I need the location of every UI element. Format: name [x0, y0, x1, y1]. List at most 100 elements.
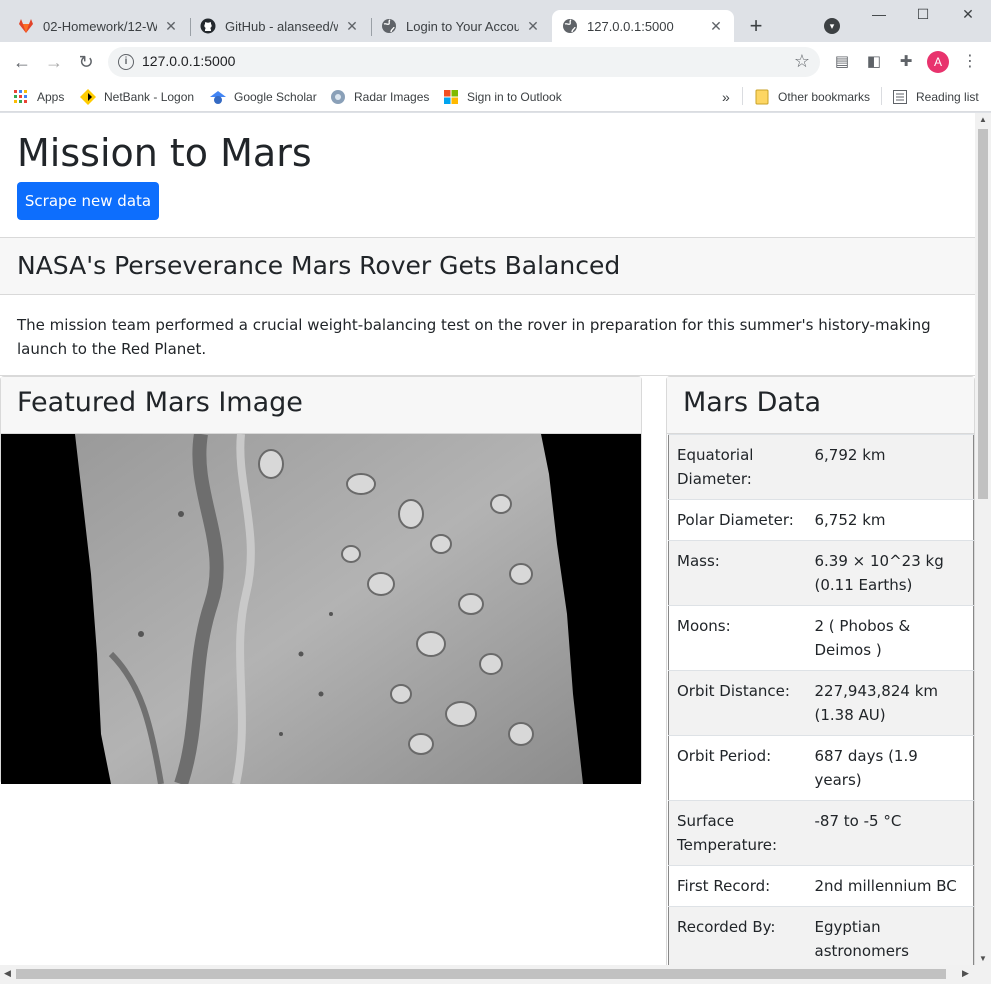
featured-image-heading: Featured Mars Image [17, 387, 303, 418]
reading-list-icon [892, 89, 908, 105]
news-title: NASA's Perseverance Mars Rover Gets Bala… [17, 251, 621, 280]
tab-title: GitHub - alanseed/web [225, 18, 338, 34]
fact-value: 687 days (1.9 years) [806, 735, 974, 801]
maximize-icon[interactable]: ☐ [908, 6, 938, 26]
bookmark-outlook[interactable]: Sign in to Outlook [443, 86, 562, 108]
fact-label: Recorded By: [668, 906, 807, 965]
fact-value: 6.39 × 10^23 kg (0.11 Earths) [806, 540, 974, 606]
table-row: Orbit Distance: 227,943,824 km (1.38 AU) [668, 670, 974, 736]
bookmark-label: Radar Images [354, 90, 430, 104]
fact-value: 6,792 km [806, 434, 974, 500]
mars-data-heading: Mars Data [683, 387, 822, 418]
bookmark-google-scholar[interactable]: Google Scholar [210, 86, 317, 108]
window-close-icon[interactable]: ✕ [953, 6, 983, 26]
table-row: First Record: 2nd millennium BC [668, 865, 974, 907]
fact-value: 2 ( Phobos & Deimos ) [806, 605, 974, 671]
page-title: Mission to Mars [17, 131, 312, 175]
more-bookmarks-chevron-icon[interactable]: » [722, 86, 730, 108]
scrape-button[interactable]: Scrape new data [17, 182, 159, 220]
bookmark-label: Other bookmarks [778, 90, 871, 104]
bookmark-divider [742, 87, 743, 105]
fact-label: Surface Temperature: [668, 800, 807, 866]
featured-image-header: Featured Mars Image [1, 377, 641, 434]
tab-github[interactable]: GitHub - alanseed/web ✕ [190, 10, 370, 42]
page-viewport: Mission to Mars Scrape new data NASA's P… [0, 113, 975, 965]
fact-label: Moons: [668, 605, 807, 671]
featured-image-card: Featured Mars Image [0, 376, 642, 787]
fact-label: Orbit Distance: [668, 670, 807, 736]
back-arrow-icon[interactable]: ← [10, 50, 34, 74]
table-row: Orbit Period: 687 days (1.9 years) [668, 735, 974, 801]
mars-facts-table: Equatorial Diameter: 6,792 km Polar Diame… [668, 434, 974, 965]
apps-grid-icon [13, 89, 29, 105]
other-bookmarks[interactable]: Other bookmarks [754, 86, 870, 108]
radar-icon [330, 89, 346, 105]
fact-label: Mass: [668, 540, 807, 606]
close-tab-icon[interactable]: ✕ [163, 18, 179, 35]
bookmark-radar-images[interactable]: Radar Images [330, 86, 429, 108]
reload-icon[interactable]: ↻ [74, 50, 98, 74]
featured-mars-image[interactable] [1, 432, 641, 787]
mars-data-header: Mars Data [667, 377, 974, 434]
table-row: Surface Temperature: -87 to -5 °C [668, 800, 974, 866]
scroll-down-arrow-icon[interactable]: ▼ [979, 954, 987, 963]
table-row: Recorded By: Egyptian astronomers [668, 906, 974, 965]
tab-title: Login to Your Account [406, 18, 519, 34]
tab-search-chevron-icon[interactable]: ▾ [824, 18, 840, 34]
extensions-puzzle-icon[interactable]: ✚ [896, 52, 916, 72]
minimize-icon[interactable]: — [864, 6, 894, 26]
scholar-icon [210, 89, 226, 105]
side-panel-icon[interactable]: ◧ [864, 52, 884, 72]
microsoft-icon [443, 89, 459, 105]
tab-title: 02-Homework/12-Web [43, 18, 157, 34]
close-tab-icon[interactable]: ✕ [344, 18, 360, 35]
tab-title: 127.0.0.1:5000 [587, 18, 674, 34]
profile-avatar[interactable]: A [927, 51, 949, 73]
jumbotron: Mission to Mars Scrape new data [0, 113, 975, 237]
bookmark-label: NetBank - Logon [104, 90, 195, 104]
news-card-header: NASA's Perseverance Mars Rover Gets Bala… [0, 238, 975, 295]
scroll-up-arrow-icon[interactable]: ▲ [979, 115, 987, 124]
fact-value: 227,943,824 km (1.38 AU) [806, 670, 974, 736]
fact-label: First Record: [668, 865, 807, 907]
bookmark-netbank[interactable]: NetBank - Logon [80, 86, 194, 108]
globe-icon [381, 18, 397, 34]
scroll-left-arrow-icon[interactable]: ◀ [4, 968, 11, 979]
menu-kebab-icon[interactable]: ⋮ [960, 52, 980, 72]
horizontal-scrollbar[interactable]: ◀ ▶ [0, 965, 991, 984]
address-bar[interactable]: i 127.0.0.1:5000 ☆ [108, 47, 820, 77]
bookmark-divider [881, 87, 882, 105]
new-tab-plus-icon[interactable]: + [744, 14, 768, 38]
bookmark-label: Reading list [916, 90, 979, 104]
horizontal-scroll-thumb[interactable] [16, 969, 946, 979]
fact-value: -87 to -5 °C [806, 800, 974, 866]
forward-arrow-icon[interactable]: → [42, 50, 66, 74]
vertical-scrollbar[interactable]: ▲ ▼ [975, 113, 991, 965]
browser-toolbar: ← → ↻ i 127.0.0.1:5000 ☆ ▤ ◧ ✚ A ⋮ [0, 42, 991, 82]
github-icon [200, 18, 216, 34]
bookmark-star-icon[interactable]: ☆ [794, 51, 810, 72]
close-tab-icon[interactable]: ✕ [708, 18, 724, 35]
bookmark-apps[interactable]: Apps [13, 86, 64, 108]
bookmarks-bar: Apps NetBank - Logon Google Scholar Rada… [0, 82, 991, 112]
tab-login[interactable]: Login to Your Account ✕ [371, 10, 551, 42]
tab-gitlab[interactable]: 02-Homework/12-Web ✕ [8, 10, 189, 42]
fact-value: Egyptian astronomers [806, 906, 974, 965]
reader-mode-icon[interactable]: ▤ [832, 52, 852, 72]
bookmark-label: Google Scholar [234, 90, 317, 104]
tab-strip: 02-Homework/12-Web ✕ GitHub - alanseed/w… [0, 0, 991, 42]
vertical-scroll-thumb[interactable] [978, 129, 988, 499]
fact-value: 6,752 km [806, 499, 974, 541]
tab-localhost[interactable]: 127.0.0.1:5000 ✕ [552, 10, 734, 42]
url-text[interactable]: 127.0.0.1:5000 [142, 53, 235, 69]
news-paragraph: The mission team performed a crucial wei… [17, 316, 931, 358]
fact-value: 2nd millennium BC [806, 865, 974, 907]
scroll-right-arrow-icon[interactable]: ▶ [962, 968, 969, 979]
close-tab-icon[interactable]: ✕ [525, 18, 541, 35]
reading-list[interactable]: Reading list [892, 86, 979, 108]
folder-icon [754, 89, 770, 105]
fact-label: Polar Diameter: [668, 499, 807, 541]
site-info-icon[interactable]: i [118, 54, 134, 70]
mars-data-card: Mars Data Equatorial Diameter: 6,792 km P… [666, 376, 975, 965]
table-row: Moons: 2 ( Phobos & Deimos ) [668, 605, 974, 671]
